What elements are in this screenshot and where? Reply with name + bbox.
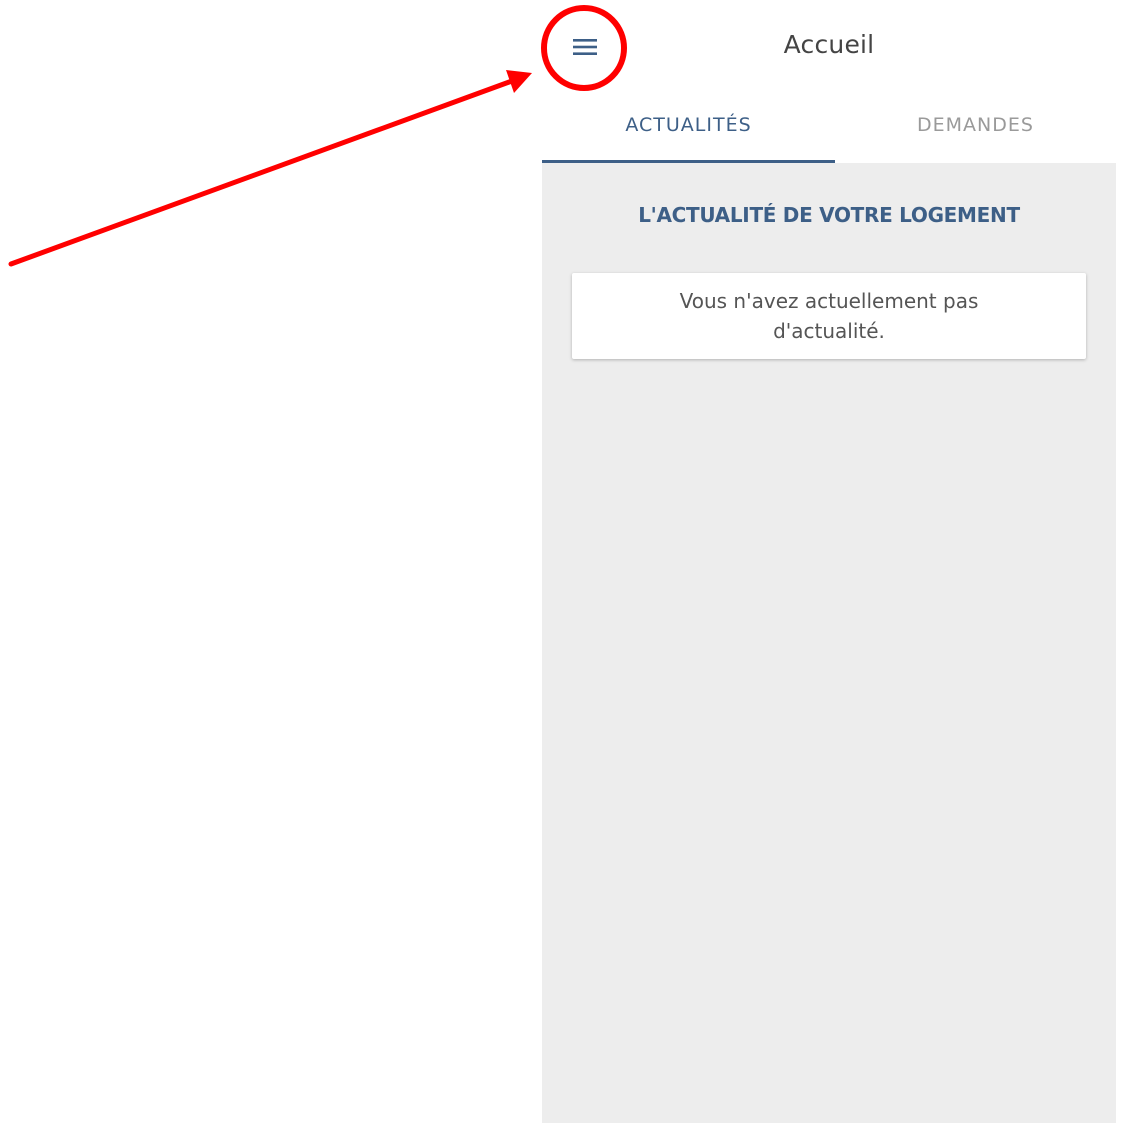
tab-bar: ACTUALITÉS DEMANDES	[542, 96, 1116, 163]
app-bar: Accueil	[542, 0, 1116, 96]
news-content: L'ACTUALITÉ DE VOTRE LOGEMENT Vous n'ave…	[542, 163, 1116, 1123]
page-title: Accueil	[783, 30, 875, 59]
screenshot-canvas: Accueil ACTUALITÉS DEMANDES L'ACTUALITÉ …	[0, 0, 1123, 1123]
empty-state-message: Vous n'avez actuellement pas d'actualité…	[679, 289, 979, 343]
tab-demandes[interactable]: DEMANDES	[835, 96, 1116, 163]
app-screen: Accueil ACTUALITÉS DEMANDES L'ACTUALITÉ …	[542, 0, 1116, 1123]
tab-demandes-label: DEMANDES	[917, 114, 1034, 136]
annotation-arrow-line	[8, 78, 515, 267]
tab-actualites-label: ACTUALITÉS	[625, 114, 752, 136]
tab-actualites[interactable]: ACTUALITÉS	[542, 96, 835, 163]
empty-state-card: Vous n'avez actuellement pas d'actualité…	[572, 273, 1086, 359]
annotation-arrow-head	[506, 70, 532, 93]
section-title: L'ACTUALITÉ DE VOTRE LOGEMENT	[638, 203, 1020, 227]
